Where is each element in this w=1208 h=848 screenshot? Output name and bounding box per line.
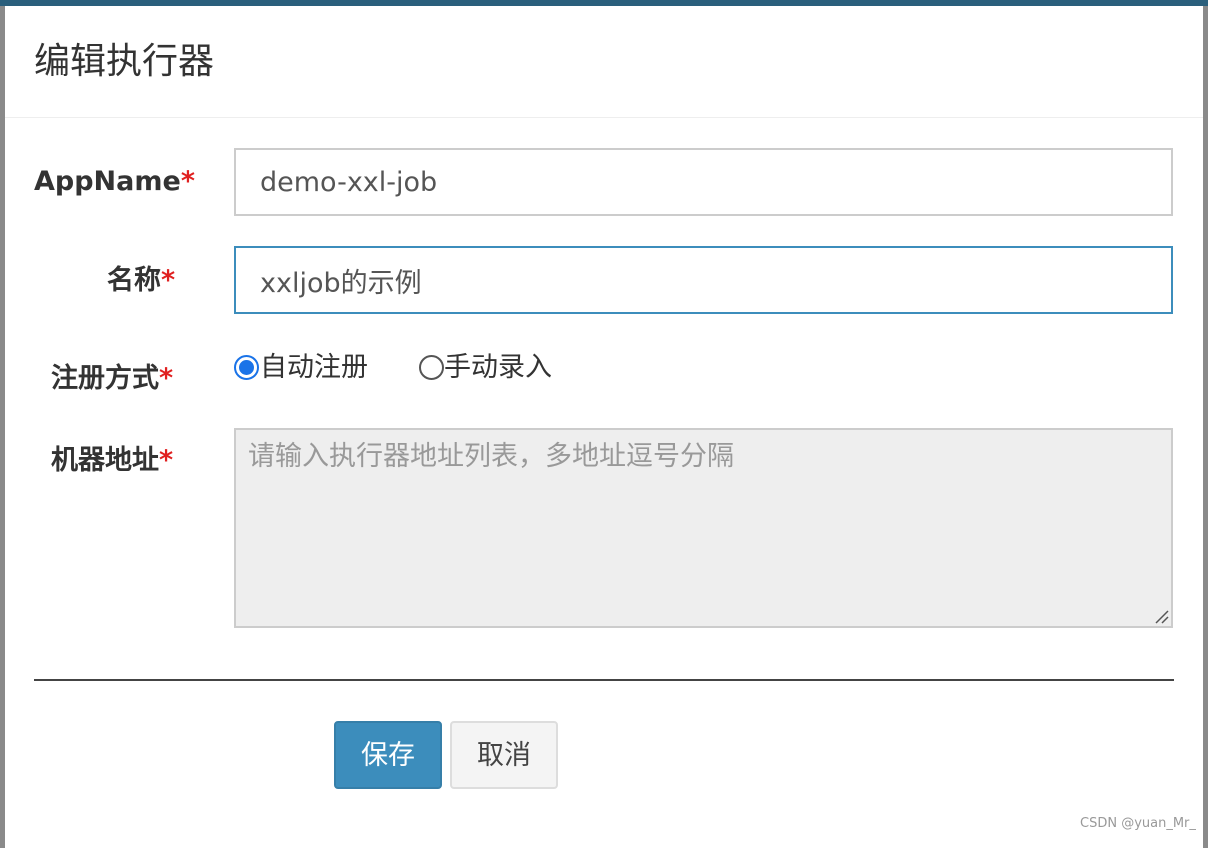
required-mark: * <box>180 166 195 197</box>
background-page-right <box>1203 6 1208 848</box>
address-textarea[interactable]: 请输入执行器地址列表，多地址逗号分隔 <box>234 428 1173 628</box>
manual-entry-radio[interactable] <box>419 355 444 380</box>
address-label-text: 机器地址 <box>51 445 159 476</box>
name-label: 名称* <box>107 264 175 298</box>
address-label: 机器地址* <box>51 444 173 478</box>
address-placeholder: 请输入执行器地址列表，多地址逗号分隔 <box>248 441 734 472</box>
edit-executor-dialog: 编辑执行器 AppName* 名称* 注册方式* 自动注册 手动录入 机器地址*… <box>5 6 1203 848</box>
footer-divider <box>34 679 1174 681</box>
required-mark: * <box>159 445 174 476</box>
cancel-button[interactable]: 取消 <box>450 721 558 789</box>
name-input[interactable] <box>234 246 1173 314</box>
auto-register-radio[interactable] <box>234 355 259 380</box>
auto-register-label[interactable]: 自动注册 <box>260 349 368 387</box>
appname-input[interactable] <box>234 148 1173 216</box>
save-button[interactable]: 保存 <box>334 721 442 789</box>
dialog-title: 编辑执行器 <box>34 41 215 82</box>
appname-label-text: AppName <box>34 166 181 197</box>
registration-label: 注册方式* <box>51 362 173 396</box>
name-label-text: 名称 <box>107 265 161 296</box>
resize-grip-icon[interactable] <box>1153 608 1169 624</box>
registration-label-text: 注册方式 <box>51 363 159 394</box>
required-mark: * <box>161 265 176 296</box>
manual-entry-label[interactable]: 手动录入 <box>444 349 552 387</box>
watermark-text: CSDN @yuan_Mr_ <box>1080 816 1196 831</box>
appname-label: AppName* <box>34 165 195 199</box>
dialog-header: 编辑执行器 <box>5 6 1203 118</box>
required-mark: * <box>159 363 174 394</box>
